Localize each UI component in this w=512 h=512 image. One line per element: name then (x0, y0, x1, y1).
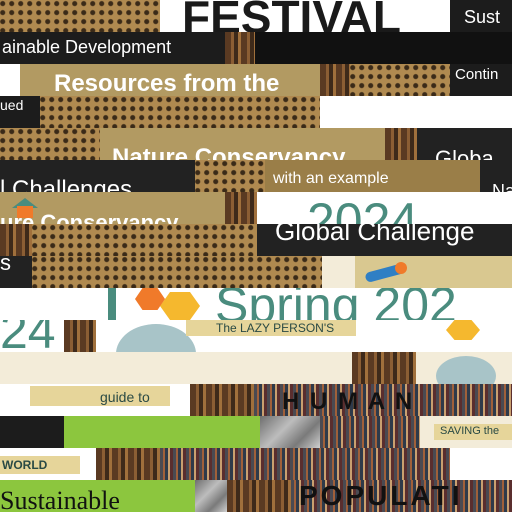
leopard-photo-strip (0, 0, 160, 32)
lazy-person-banner: The LAZY PERSON'S (186, 320, 356, 336)
leopard-photo-strip-3 (40, 96, 320, 128)
dark-strip (255, 32, 512, 64)
guide-text: guide to (100, 389, 150, 405)
bookshelf-strip-5 (0, 224, 32, 256)
bookshelf-strip-2 (320, 64, 350, 96)
year-strip: 2024 (257, 192, 427, 224)
white-strip-4 (386, 320, 512, 352)
orange-hex-icon-2 (135, 288, 165, 310)
bookshelf-strip (225, 32, 255, 64)
green-globe-strip (64, 416, 260, 448)
population-text: POPULATI (299, 480, 463, 511)
s-label: s (0, 256, 11, 275)
festival-banner: FESTIVAL (160, 0, 450, 32)
cartoon-banner (355, 256, 512, 288)
sustainable-text: Sustainable (0, 486, 120, 512)
guide-strip: guide to (0, 384, 190, 416)
white-strip (0, 64, 20, 96)
challenges-text: l Challenges (0, 176, 133, 193)
bookshelf-strip-3 (385, 128, 417, 160)
human-text: H U M A N (282, 388, 415, 415)
bookshelf-strip-8 (190, 384, 254, 416)
num-24-strip: 24 (0, 320, 64, 352)
figure-head-icon (395, 262, 407, 274)
human-strip: H U M A N (254, 384, 512, 416)
saving-strip: SAVING the (420, 416, 512, 448)
nature-conservancy-text: Nature Conservancy (112, 144, 346, 161)
ure-conservancy-text: ure Conservancy (0, 210, 179, 225)
nature-conservancy-banner: Nature Conservancy (100, 128, 385, 160)
crowd-strip-2 (160, 448, 450, 480)
globa-label: Globa (435, 146, 494, 161)
globe-icon-2 (436, 356, 496, 384)
rock-strip (260, 416, 320, 448)
challenges-strip: l Challenges (0, 160, 195, 192)
num-24-text: 24 (0, 320, 56, 352)
lazy-person-text: The LAZY PERSON'S (216, 321, 335, 335)
leopard-photo-strip-4 (0, 128, 100, 160)
crowd-strip (320, 416, 420, 448)
bookshelf-strip-9 (96, 448, 160, 480)
globe-icon (116, 324, 196, 352)
world-banner: WORLD (0, 456, 80, 474)
rock-strip-2 (195, 480, 227, 512)
world-strip: WORLD (0, 448, 96, 480)
cream-strip-3 (416, 352, 512, 384)
ure-conservancy-banner: ure Conservancy (0, 192, 225, 224)
bookshelf-strip-7 (352, 352, 416, 384)
lazy-person-strip: The LAZY PERSON'S (96, 320, 386, 352)
globa-strip: Globa (417, 128, 512, 160)
sust-banner: Sust (450, 0, 512, 32)
na-strip: Na (480, 160, 512, 192)
world-text: WORLD (2, 458, 48, 472)
bookshelf-strip-10 (227, 480, 291, 512)
example-banner: with an example (265, 160, 480, 192)
resources-banner: Resources from the (20, 64, 320, 96)
na-label: Na (492, 181, 512, 192)
ued-label: ued (0, 97, 24, 113)
global-challenge-strip: Global Challenge (257, 224, 512, 256)
population-strip: POPULATI (291, 480, 512, 512)
s-strip: s (0, 256, 32, 288)
resources-text: Resources from the (54, 70, 280, 96)
global-challenge-text: Global Challenge (275, 224, 475, 246)
year-text: 2024 (307, 193, 419, 224)
saving-banner: SAVING the (434, 424, 512, 440)
teal-bar (108, 288, 116, 320)
dark-strip-2 (0, 416, 64, 448)
cream-strip-2 (0, 352, 352, 384)
sustainable-development-strip: ainable Development (0, 32, 225, 64)
leopard-photo-strip-5 (195, 160, 265, 192)
bookshelf-strip-6 (64, 320, 96, 352)
bookshelf-strip-4 (225, 192, 257, 224)
example-text: with an example (273, 170, 389, 187)
white-strip-2 (320, 96, 512, 128)
leopard-photo-strip-6 (32, 224, 257, 256)
contin-strip: Contin (450, 64, 512, 96)
orange-hex-icon (160, 292, 200, 320)
sust-label: Sust (464, 7, 501, 27)
spring-strip: Spring 202 (0, 288, 512, 320)
contin-label: Contin (455, 66, 499, 83)
festival-title: FESTIVAL (182, 0, 401, 32)
cream-strip (322, 256, 355, 288)
white-strip-3 (427, 192, 512, 224)
leopard-photo-strip-7 (32, 256, 322, 288)
saving-text: SAVING the (440, 425, 500, 437)
sustainable-strip: Sustainable (0, 480, 195, 512)
leopard-photo-strip-2 (350, 64, 450, 96)
spring-text: Spring 202 (215, 288, 457, 320)
ued-strip: ued (0, 96, 40, 128)
guide-banner: guide to (30, 386, 170, 406)
white-strip-5 (450, 448, 512, 480)
orange-hex-icon-3 (446, 320, 480, 340)
sustainable-development-text: ainable Development (2, 37, 172, 57)
